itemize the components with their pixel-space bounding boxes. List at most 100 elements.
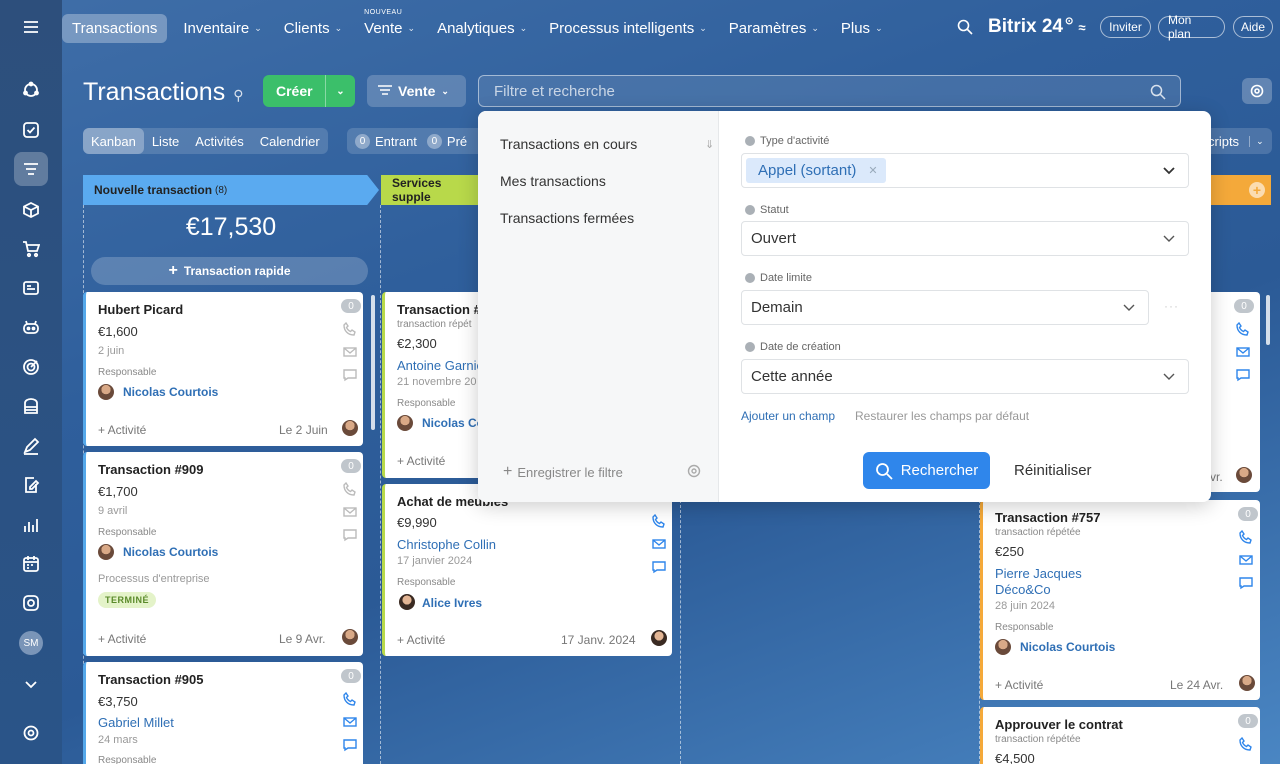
reset-button[interactable]: Réinitialiser [1014,462,1092,479]
create-button[interactable]: Créer ⌄ [263,75,355,107]
column-header-services[interactable]: Services supple [381,175,481,205]
phone-icon[interactable] [1236,321,1250,336]
crm-icon[interactable] [16,75,46,105]
deals-icon[interactable] [14,152,48,186]
phone-icon[interactable] [652,513,666,528]
quick-transaction-button[interactable]: + Transaction rapide [91,257,368,285]
close-icon[interactable]: ✕ [868,164,877,177]
nav-vente[interactable]: NOUVEAU Vente ⌄ [364,9,415,37]
deal-card[interactable]: Transaction #757 0 transaction répétée €… [980,500,1260,700]
preset-closed[interactable]: Transactions fermées [500,210,634,226]
phone-icon[interactable] [343,481,357,496]
chat-icon[interactable] [343,528,357,542]
scrollbar[interactable] [1266,295,1270,345]
pipeline-button[interactable]: Vente ⌄ [367,75,466,107]
card-title[interactable]: Approuver le contrat [995,717,1123,732]
add-icon[interactable]: + [1249,182,1265,198]
deal-card[interactable]: Approuver le contrat 0 transaction répét… [980,707,1260,764]
mail-icon[interactable] [343,505,357,519]
add-field-link[interactable]: Ajouter un champ [741,409,835,423]
deal-card[interactable]: Transaction #909 0 €1,700 9 avril Respon… [83,452,363,656]
creation-date-field[interactable]: Cette année [741,359,1189,394]
tab-calendrier[interactable]: Calendrier [252,128,328,154]
card-title[interactable]: Hubert Picard [98,302,183,317]
mail-icon[interactable] [343,345,357,359]
sign-icon[interactable] [16,431,46,461]
contacts-icon[interactable] [16,273,46,303]
card-title[interactable]: Transaction #905 [98,672,204,687]
cart-icon[interactable] [16,234,46,264]
card-contact[interactable]: Antoine Garnie [397,358,482,373]
activity-type-field[interactable]: Appel (sortant) ✕ [741,153,1189,188]
brand-logo[interactable]: Bitrix 24 ⊙ ≈ [988,16,1086,38]
responsible-name[interactable]: Alice Ivres [422,596,482,610]
card-title[interactable]: Transaction #757 [995,510,1101,525]
pin-icon[interactable]: ⇓ [705,138,714,151]
plan-button[interactable]: Mon plan [1158,13,1225,41]
card-title[interactable]: Transaction #909 [98,462,204,477]
nav-inventaire[interactable]: Inventaire ⌄ [183,20,261,37]
chat-icon[interactable] [1239,576,1253,590]
add-activity-link[interactable]: + Activité [98,632,146,646]
tasks-icon[interactable] [16,115,46,145]
mail-icon[interactable] [1239,553,1253,567]
inventory-icon[interactable] [16,195,46,225]
search-icon[interactable] [957,19,973,40]
responsible-name[interactable]: Nicolas Courtois [123,545,218,559]
deadline-field[interactable]: Demain [741,290,1149,325]
deal-card[interactable]: Hubert Picard 0 €1,600 2 juin Responsabl… [83,292,363,446]
user-avatar[interactable]: SM [16,628,46,658]
settings-button[interactable] [1242,78,1272,104]
chevron-down-icon[interactable] [16,669,46,699]
chat-icon[interactable] [1236,368,1250,382]
chat-icon[interactable] [652,560,666,574]
status-field[interactable]: Ouvert [741,221,1189,256]
nav-transactions[interactable]: Transactions [62,13,168,43]
tab-kanban[interactable]: Kanban [83,128,144,154]
more-icon[interactable]: ··· [1164,299,1179,313]
target-icon[interactable] [16,352,46,382]
gear-icon[interactable] [687,464,701,483]
save-filter-button[interactable]: + Enregistrer le filtre [503,463,623,481]
support-icon[interactable] [16,588,46,618]
chevron-down-icon[interactable]: ⌄ [325,75,355,107]
responsible-name[interactable]: Nicolas Co [422,416,482,430]
phone-icon[interactable] [343,321,357,336]
add-activity-link[interactable]: + Activité [995,678,1043,692]
mail-icon[interactable] [652,537,666,551]
column-header-orange[interactable]: + [1211,175,1271,205]
filter-tag[interactable]: Appel (sortant) ✕ [746,158,886,183]
mail-icon[interactable] [343,715,357,729]
card-contact[interactable]: Christophe Collin [397,537,496,552]
tab-liste[interactable]: Liste [144,128,187,154]
archive-icon[interactable] [16,391,46,421]
add-activity-link[interactable]: + Activité [397,633,445,647]
deal-card[interactable]: Transaction #905 0 €3,750 Gabriel Millet… [83,662,363,764]
nav-clients[interactable]: Clients ⌄ [284,20,342,37]
deal-card[interactable]: Transaction # transaction répét €2,300 A… [382,292,482,478]
chat-icon[interactable] [343,368,357,382]
phone-icon[interactable] [1239,736,1253,751]
robot-icon[interactable] [16,312,46,342]
responsible-name[interactable]: Nicolas Courtois [123,385,218,399]
column-header-new[interactable]: Nouvelle transaction (8) [83,175,379,205]
add-activity-link[interactable]: + Activité [98,423,146,437]
search-button[interactable]: Rechercher [863,452,990,489]
nav-plus[interactable]: Plus ⌄ [841,20,883,37]
deal-card[interactable]: Achat de meubles €9,990 Christophe Colli… [382,484,672,656]
preset-in-progress[interactable]: Transactions en cours [500,136,637,152]
chat-icon[interactable] [343,738,357,752]
nav-parametres[interactable]: Paramètres ⌄ [729,20,819,37]
card-contact[interactable]: Pierre Jacques [995,566,1082,581]
counter-incoming[interactable]: Entrant [375,134,417,149]
search-input[interactable]: Filtre et recherche [478,75,1181,107]
preset-my-deals[interactable]: Mes transactions [500,173,606,189]
nav-processus[interactable]: Processus intelligents ⌄ [549,20,707,37]
restore-fields-link[interactable]: Restaurer les champs par défaut [855,409,1029,423]
settings-icon[interactable] [16,718,46,748]
invite-button[interactable]: Inviter [1100,16,1151,38]
document-edit-icon[interactable] [16,470,46,500]
card-contact[interactable]: Gabriel Millet [98,715,174,730]
card-title[interactable]: Transaction # [397,302,481,317]
phone-icon[interactable] [1239,529,1253,544]
